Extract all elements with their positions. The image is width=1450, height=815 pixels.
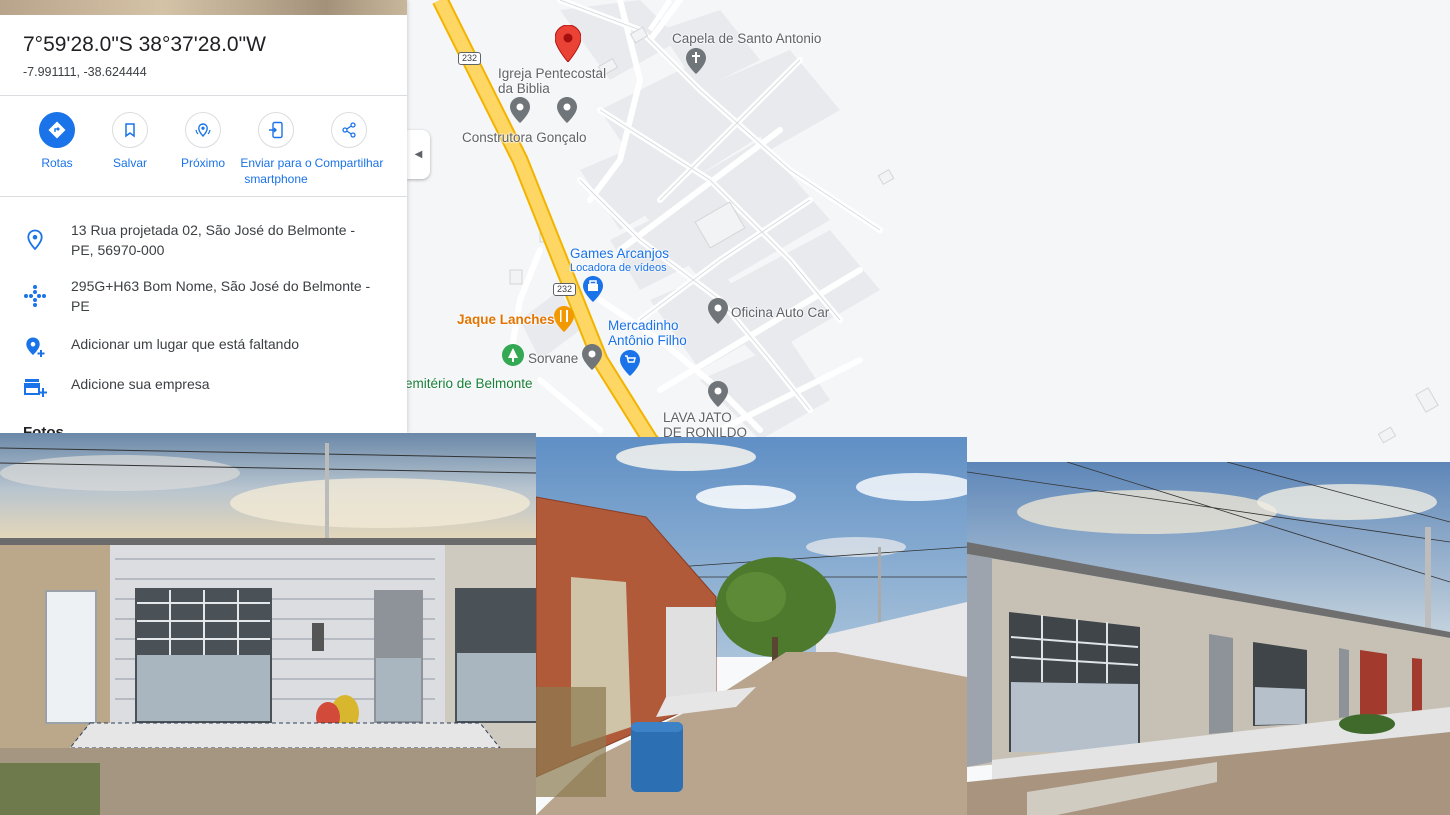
label-oficina[interactable]: Oficina Auto Car xyxy=(731,305,829,320)
add-business-row[interactable]: Adicione sua empresa xyxy=(0,374,407,398)
send-to-phone-icon xyxy=(269,121,283,139)
label-sorvane[interactable]: Sorvane xyxy=(528,351,578,366)
label-lavajato[interactable]: LAVA JATO DE RONILDO xyxy=(663,410,753,440)
nearby-label: Próximo xyxy=(180,156,225,170)
oficina-poi-icon[interactable] xyxy=(708,298,728,324)
divider xyxy=(0,196,407,197)
label-jaque[interactable]: Jaque Lanches xyxy=(457,312,555,327)
share-icon xyxy=(342,122,356,138)
place-title: 7°59'28.0"S 38°37'28.0"W xyxy=(23,33,266,56)
directions-button[interactable]: Rotas xyxy=(17,112,97,171)
share-button[interactable]: Compartilhar xyxy=(309,112,389,171)
place-side-panel: 7°59'28.0"S 38°37'28.0"W -7.991111, -38.… xyxy=(0,0,407,433)
add-business-text: Adicione sua empresa xyxy=(71,376,210,392)
games-poi-icon[interactable] xyxy=(583,276,603,302)
add-missing-place-text: Adicionar um lugar que está faltando xyxy=(71,336,300,352)
plus-code-text: 295G+H63 Bom Nome, São José do Belmonte … xyxy=(71,278,371,314)
row-houses-image xyxy=(967,462,1450,815)
label-games-sub: Locadora de vídeos xyxy=(570,262,667,274)
header-photo[interactable] xyxy=(0,0,407,15)
send-to-phone-label: Enviar para o smartphone xyxy=(240,156,312,186)
place-decimal-coords: -7.991111, -38.624444 xyxy=(23,65,147,79)
share-label: Compartilhar xyxy=(314,156,384,170)
collapse-panel-button[interactable]: ◀ xyxy=(407,130,430,179)
location-icon xyxy=(27,229,43,251)
address-row[interactable]: 13 Rua projetada 02, São José do Belmont… xyxy=(0,220,407,264)
plus-code-icon xyxy=(24,285,46,307)
igreja-poi-icon[interactable] xyxy=(510,97,530,123)
road-shield-232-south: 232 xyxy=(553,283,577,296)
save-label: Salvar xyxy=(112,156,147,170)
add-business-icon xyxy=(24,379,47,397)
road-shield-232-north: 232 xyxy=(458,52,482,65)
sorvane-poi-icon[interactable] xyxy=(582,344,602,370)
send-to-phone-button[interactable]: Enviar para o smartphone xyxy=(236,112,316,187)
lavajato-poi-icon[interactable] xyxy=(708,381,728,407)
nearby-icon xyxy=(195,123,211,138)
label-mercadinho[interactable]: Mercadinho Antônio Filho xyxy=(608,318,698,348)
label-capela[interactable]: Capela de Santo Antonio xyxy=(672,31,821,46)
church-poi-icon[interactable] xyxy=(686,48,706,74)
street-tree-image xyxy=(536,437,967,815)
location-pin-icon[interactable] xyxy=(555,25,581,62)
add-missing-place-row[interactable]: Adicionar um lugar que está faltando xyxy=(0,334,407,358)
house-facade-image xyxy=(0,433,536,815)
chevron-left-icon: ◀ xyxy=(414,149,423,160)
photo-house-facade[interactable] xyxy=(0,433,536,815)
bookmark-icon xyxy=(125,123,135,138)
plus-code-row[interactable]: 295G+H63 Bom Nome, São José do Belmonte … xyxy=(0,276,407,320)
action-bar: Rotas Salvar Próximo Enviar para o smart… xyxy=(0,112,407,187)
shopping-cart-poi-icon[interactable] xyxy=(620,350,640,376)
directions-icon xyxy=(48,121,66,139)
photo-street-tree[interactable] xyxy=(536,437,967,815)
directions-label: Rotas xyxy=(41,156,73,170)
restaurant-poi-icon[interactable] xyxy=(554,306,574,332)
photo-row-houses[interactable] xyxy=(967,462,1450,815)
add-location-icon xyxy=(26,337,45,357)
address-text: 13 Rua projetada 02, São José do Belmont… xyxy=(71,222,356,258)
label-igreja[interactable]: Igreja Pentecostal da Biblia xyxy=(498,66,618,96)
save-button[interactable]: Salvar xyxy=(90,112,170,171)
cemetery-poi-icon[interactable] xyxy=(502,344,524,370)
construtora-poi-icon[interactable] xyxy=(557,97,577,123)
nearby-button[interactable]: Próximo xyxy=(163,112,243,171)
divider xyxy=(0,95,407,96)
label-construtora[interactable]: Construtora Gonçalo xyxy=(462,130,587,145)
photos-heading: Fotos xyxy=(23,424,64,433)
label-games[interactable]: Games Arcanjos xyxy=(570,246,669,261)
label-cemiterio[interactable]: emitério de Belmonte xyxy=(405,376,533,391)
